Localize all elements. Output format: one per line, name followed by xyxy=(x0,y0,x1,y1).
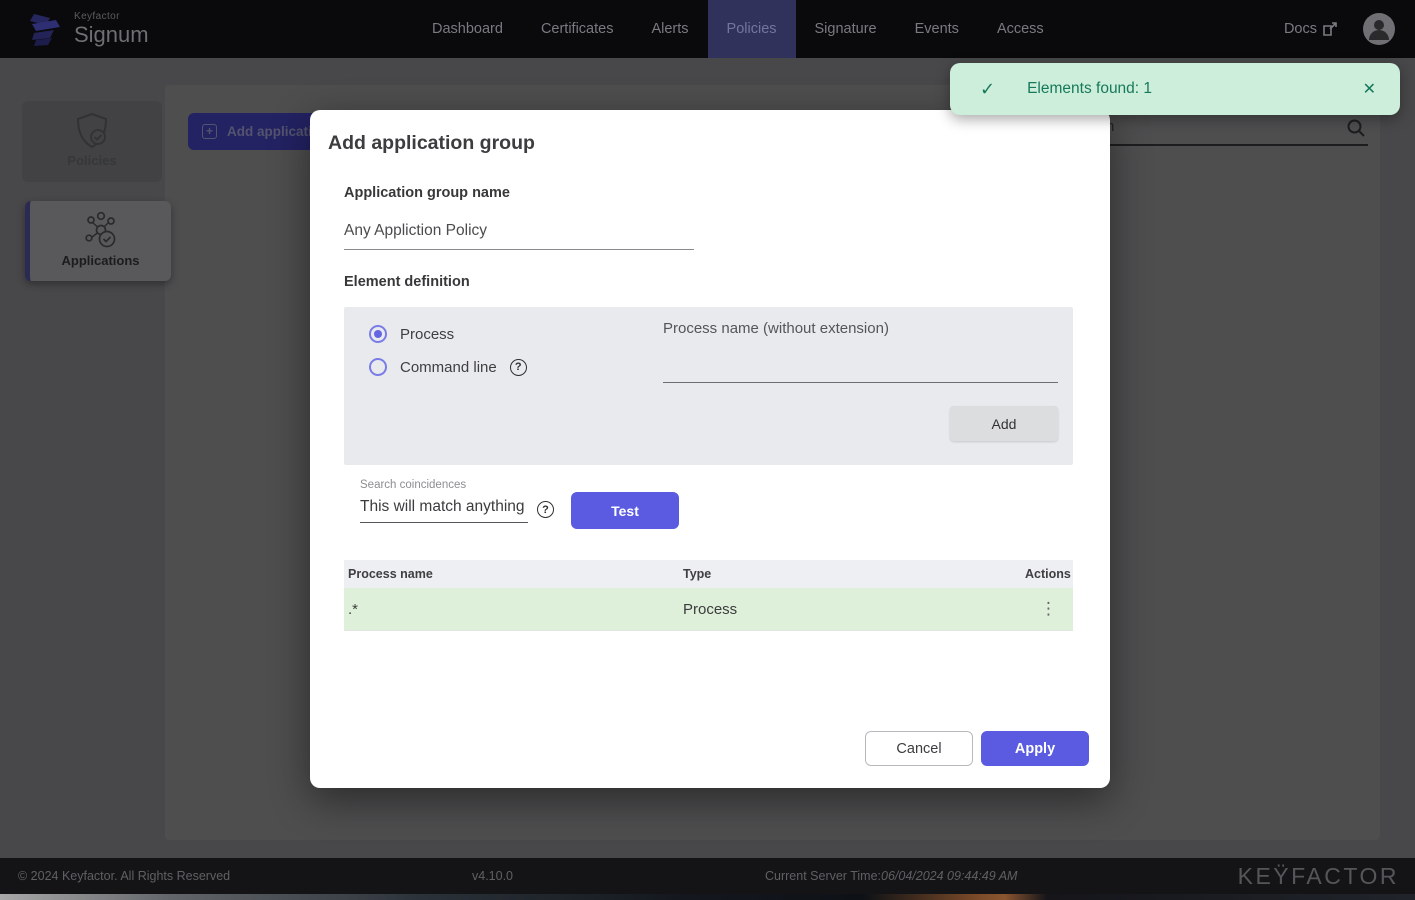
nav-item-events[interactable]: Events xyxy=(896,0,978,58)
toast-close-icon[interactable]: ✕ xyxy=(1363,79,1376,99)
table-row: .* Process ⋮ xyxy=(344,588,1073,631)
cell-process-name: .* xyxy=(344,601,683,618)
element-definition-panel: Process Command line ? Process name (wit… xyxy=(344,307,1073,465)
header-actions: Actions xyxy=(1025,567,1073,581)
policies-card-label: Policies xyxy=(22,153,162,168)
header-type: Type xyxy=(683,567,1025,581)
nav-item-certificates[interactable]: Certificates xyxy=(522,0,633,58)
process-name-input[interactable] xyxy=(663,347,1058,383)
brand-keyfactor-label: Keyfactor xyxy=(74,12,149,22)
apply-button[interactable]: Apply xyxy=(981,731,1089,766)
plus-square-icon: + xyxy=(202,124,217,139)
server-time-value: 06/04/2024 09:44:49 AM xyxy=(881,869,1017,883)
brand[interactable]: Keyfactor Signum xyxy=(26,10,149,48)
nav-item-signature[interactable]: Signature xyxy=(796,0,896,58)
shield-check-icon xyxy=(22,111,162,153)
nav-items: Dashboard Certificates Alerts Policies S… xyxy=(413,0,1063,58)
applications-icon xyxy=(30,211,171,253)
search-coincidences-input[interactable] xyxy=(360,498,528,523)
radio-command-line[interactable]: Command line ? xyxy=(369,358,527,376)
user-avatar[interactable] xyxy=(1363,13,1395,45)
desktop-background-sliver xyxy=(0,894,1415,900)
person-icon xyxy=(1363,13,1395,45)
nav-item-policies[interactable]: Policies xyxy=(708,0,796,58)
sidebar-card-policies[interactable]: Policies xyxy=(22,101,162,182)
search-coincidences-label: Search coincidences xyxy=(360,479,466,491)
sidebar-card-applications[interactable]: Applications xyxy=(25,201,171,281)
nav-item-alerts[interactable]: Alerts xyxy=(632,0,707,58)
footer: © 2024 Keyfactor. All Rights Reserved v4… xyxy=(0,858,1415,894)
nav-item-dashboard[interactable]: Dashboard xyxy=(413,0,522,58)
test-button[interactable]: Test xyxy=(571,492,679,529)
search-coincidences-help-icon[interactable]: ? xyxy=(537,501,554,518)
radio-command-line-label: Command line xyxy=(400,359,497,376)
table-header-row: Process name Type Actions xyxy=(344,560,1073,588)
group-name-input[interactable] xyxy=(344,222,694,250)
modal-title: Add application group xyxy=(328,132,535,155)
add-button[interactable]: Add xyxy=(950,406,1058,441)
group-name-label: Application group name xyxy=(344,185,510,201)
process-name-label: Process name (without extension) xyxy=(663,320,889,337)
copyright-text: © 2024 Keyfactor. All Rights Reserved xyxy=(18,869,230,883)
add-application-button[interactable]: + Add applicati xyxy=(188,113,328,150)
applications-card-label: Applications xyxy=(30,253,171,268)
radio-command-line-control[interactable] xyxy=(369,358,387,376)
command-line-help-icon[interactable]: ? xyxy=(510,359,527,376)
toast-notification: ✓ Elements found: 1 ✕ xyxy=(950,63,1400,115)
check-icon: ✓ xyxy=(980,79,995,100)
server-time-label: Current Server Time: xyxy=(765,869,881,883)
row-actions-kebab-icon[interactable]: ⋮ xyxy=(1025,599,1073,619)
radio-process-label: Process xyxy=(400,326,454,343)
brand-signum-label: Signum xyxy=(74,24,149,46)
radio-process-control[interactable] xyxy=(369,325,387,343)
radio-process[interactable]: Process xyxy=(369,325,454,343)
docs-link[interactable]: Docs xyxy=(1284,21,1337,37)
header-process-name: Process name xyxy=(344,567,683,581)
cell-type: Process xyxy=(683,601,1025,618)
toast-message: Elements found: 1 xyxy=(1027,80,1363,98)
keyfactor-wordmark: KEŸFACTOR xyxy=(1238,863,1399,890)
element-definition-heading: Element definition xyxy=(344,274,470,290)
top-nav-bar: Keyfactor Signum Dashboard Certificates … xyxy=(0,0,1415,58)
external-link-icon xyxy=(1323,22,1337,36)
cancel-button[interactable]: Cancel xyxy=(865,731,973,766)
docs-label: Docs xyxy=(1284,21,1317,37)
server-time: Current Server Time:06/04/2024 09:44:49 … xyxy=(765,869,1017,883)
search-icon[interactable] xyxy=(1346,118,1366,143)
nav-item-access[interactable]: Access xyxy=(978,0,1063,58)
version-text: v4.10.0 xyxy=(472,869,513,883)
add-application-label: Add applicati xyxy=(227,124,312,139)
keyfactor-logo-icon xyxy=(26,10,64,48)
add-application-group-modal: Add application group Application group … xyxy=(310,110,1110,788)
elements-table: Process name Type Actions .* Process ⋮ xyxy=(344,560,1073,631)
